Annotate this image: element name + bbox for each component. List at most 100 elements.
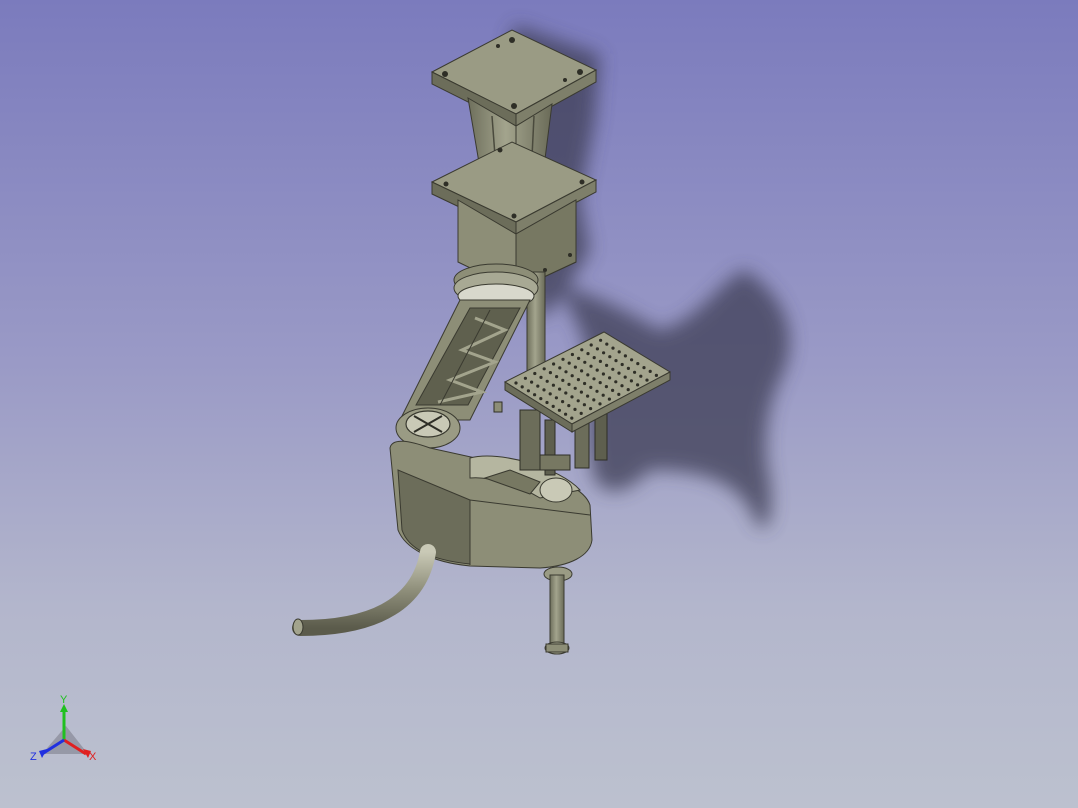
plate-hole [533,371,537,376]
x-axis-label: X [89,751,97,763]
plate-hole [642,366,646,370]
plate-hole [608,355,612,359]
plate-hole [545,400,549,405]
plate-hole [536,384,540,388]
plate-hole [557,408,562,412]
plate-hole [601,372,606,376]
plate-hole [583,381,587,386]
plate-hole [598,402,602,406]
plate-hole [558,366,562,370]
plate-hole [611,367,615,371]
plate-hole [611,388,615,392]
3d-viewport[interactable]: Y X Z [0,0,1078,808]
plate-hole [558,387,562,391]
spline-shaft[interactable] [543,566,573,655]
plate-hole [608,376,612,380]
plate-hole [582,403,587,407]
plate-hole [592,377,596,381]
plate-hole [570,416,574,420]
robot-model-render[interactable] [0,0,1078,808]
plate-hole [623,375,627,379]
plate-hole [654,373,659,377]
plate-hole [530,380,534,384]
plate-hole [592,398,596,402]
upper-arm-link[interactable] [399,299,531,421]
axis-triad: Y X Z [22,692,112,772]
plate-hole [570,352,575,357]
plate-hole [595,389,599,393]
plate-hole [564,391,568,395]
plate-hole [614,359,618,363]
plate-hole [576,399,580,403]
y-axis-label: Y [60,694,68,706]
plate-hole [576,378,581,382]
plate-hole [580,348,584,352]
plate-hole [564,412,568,416]
plate-hole [561,378,565,382]
plate-hole [598,359,603,363]
plate-hole [633,370,637,374]
plate-hole [623,354,628,358]
plate-hole [514,381,518,385]
plate-hole [583,360,587,364]
plate-hole [570,374,574,378]
plate-hole [626,388,630,392]
plate-hole [617,371,621,375]
cable-hose[interactable] [292,544,436,636]
plate-hole [604,385,609,389]
plate-hole [545,379,549,383]
plate-hole [605,363,609,367]
plate-hole [539,375,543,379]
plate-hole [561,357,565,361]
plate-hole [539,397,543,401]
plate-hole [589,385,593,389]
plate-hole [548,371,553,375]
plate-hole [626,366,631,370]
plate-hole [554,396,559,400]
plate-hole [573,365,578,369]
plate-hole [579,411,583,415]
z-axis-label: Z [30,751,37,763]
plate-hole [589,407,593,411]
wrist-joint[interactable] [539,477,573,503]
plate-hole [570,395,574,399]
plate-hole [586,352,590,356]
plate-hole [620,362,624,367]
plate-hole [567,404,571,408]
plate-hole [573,407,577,411]
plate-hole [548,392,552,396]
cable-end [292,618,304,636]
plate-hole [595,368,599,372]
plate-hole [567,382,571,386]
plate-hole [617,350,621,354]
plate-hole [598,381,602,385]
plate-hole [533,393,537,397]
plate-hole [567,361,571,365]
plate-hole [589,343,593,347]
plate-hole [611,346,615,350]
plate-hole [639,374,643,378]
plate-hole [551,383,556,387]
plate-hole [564,370,568,374]
plate-hole [577,356,581,360]
plate-hole [523,376,528,380]
plate-hole [580,369,584,373]
plate-hole [552,362,556,366]
plate-hole [551,404,555,408]
plate-hole [602,351,606,355]
plate-hole [636,362,640,366]
plate-hole [599,338,603,342]
plate-hole [542,388,546,392]
plate-hole [573,386,577,390]
plate-hole [617,392,621,396]
plate-hole [614,380,618,384]
plate-hole [636,383,640,387]
plate-hole [592,356,596,360]
plate-hole [620,384,624,388]
plate-hole [555,375,559,379]
plate-hole [542,367,546,371]
plate-hole [605,342,609,346]
plate-hole [520,385,524,389]
plate-hole [586,373,590,377]
plate-hole [589,364,593,368]
